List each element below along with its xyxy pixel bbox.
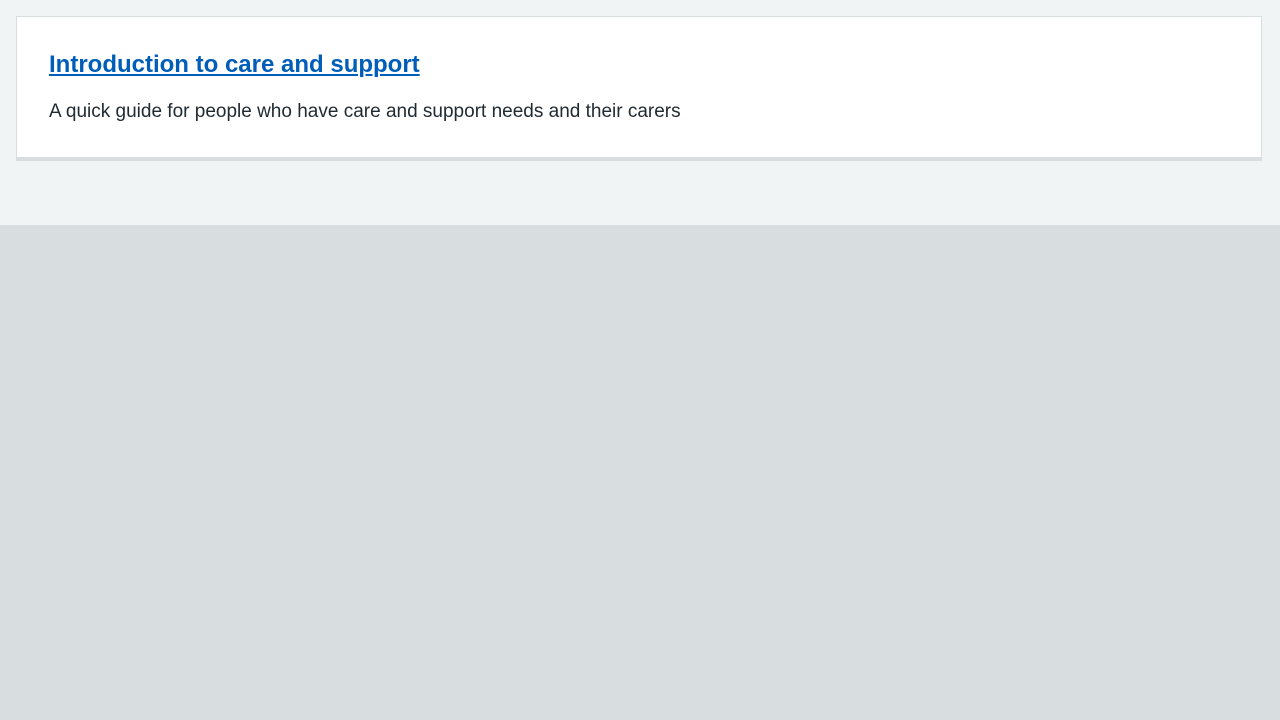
- card-heading: Introduction to care and support: [49, 51, 420, 79]
- content-section: Introduction to care and support A quick…: [0, 0, 1280, 225]
- care-support-card: Introduction to care and support A quick…: [16, 16, 1262, 161]
- card-title-link[interactable]: Introduction to care and support: [49, 51, 420, 78]
- card-description: A quick guide for people who have care a…: [49, 101, 681, 122]
